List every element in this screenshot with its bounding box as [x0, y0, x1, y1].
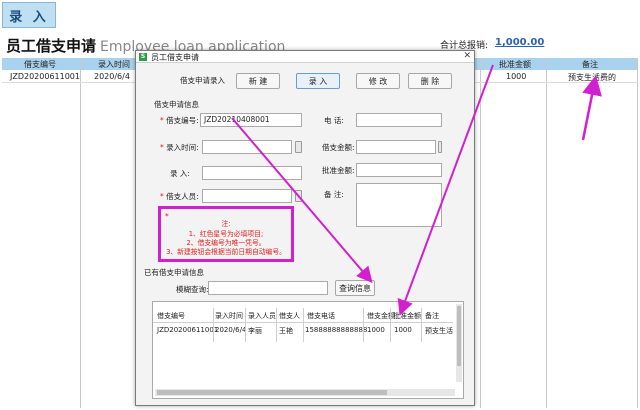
annotation-arrows — [231, 64, 602, 316]
arrow-to-grid-approved — [397, 64, 494, 316]
arrow-to-search-button — [231, 117, 373, 284]
spreadsheet-page: 录 入 员工借支申请 Employee loan application 合计总报… — [0, 0, 640, 410]
arrow-to-sheet-remark — [581, 75, 602, 141]
